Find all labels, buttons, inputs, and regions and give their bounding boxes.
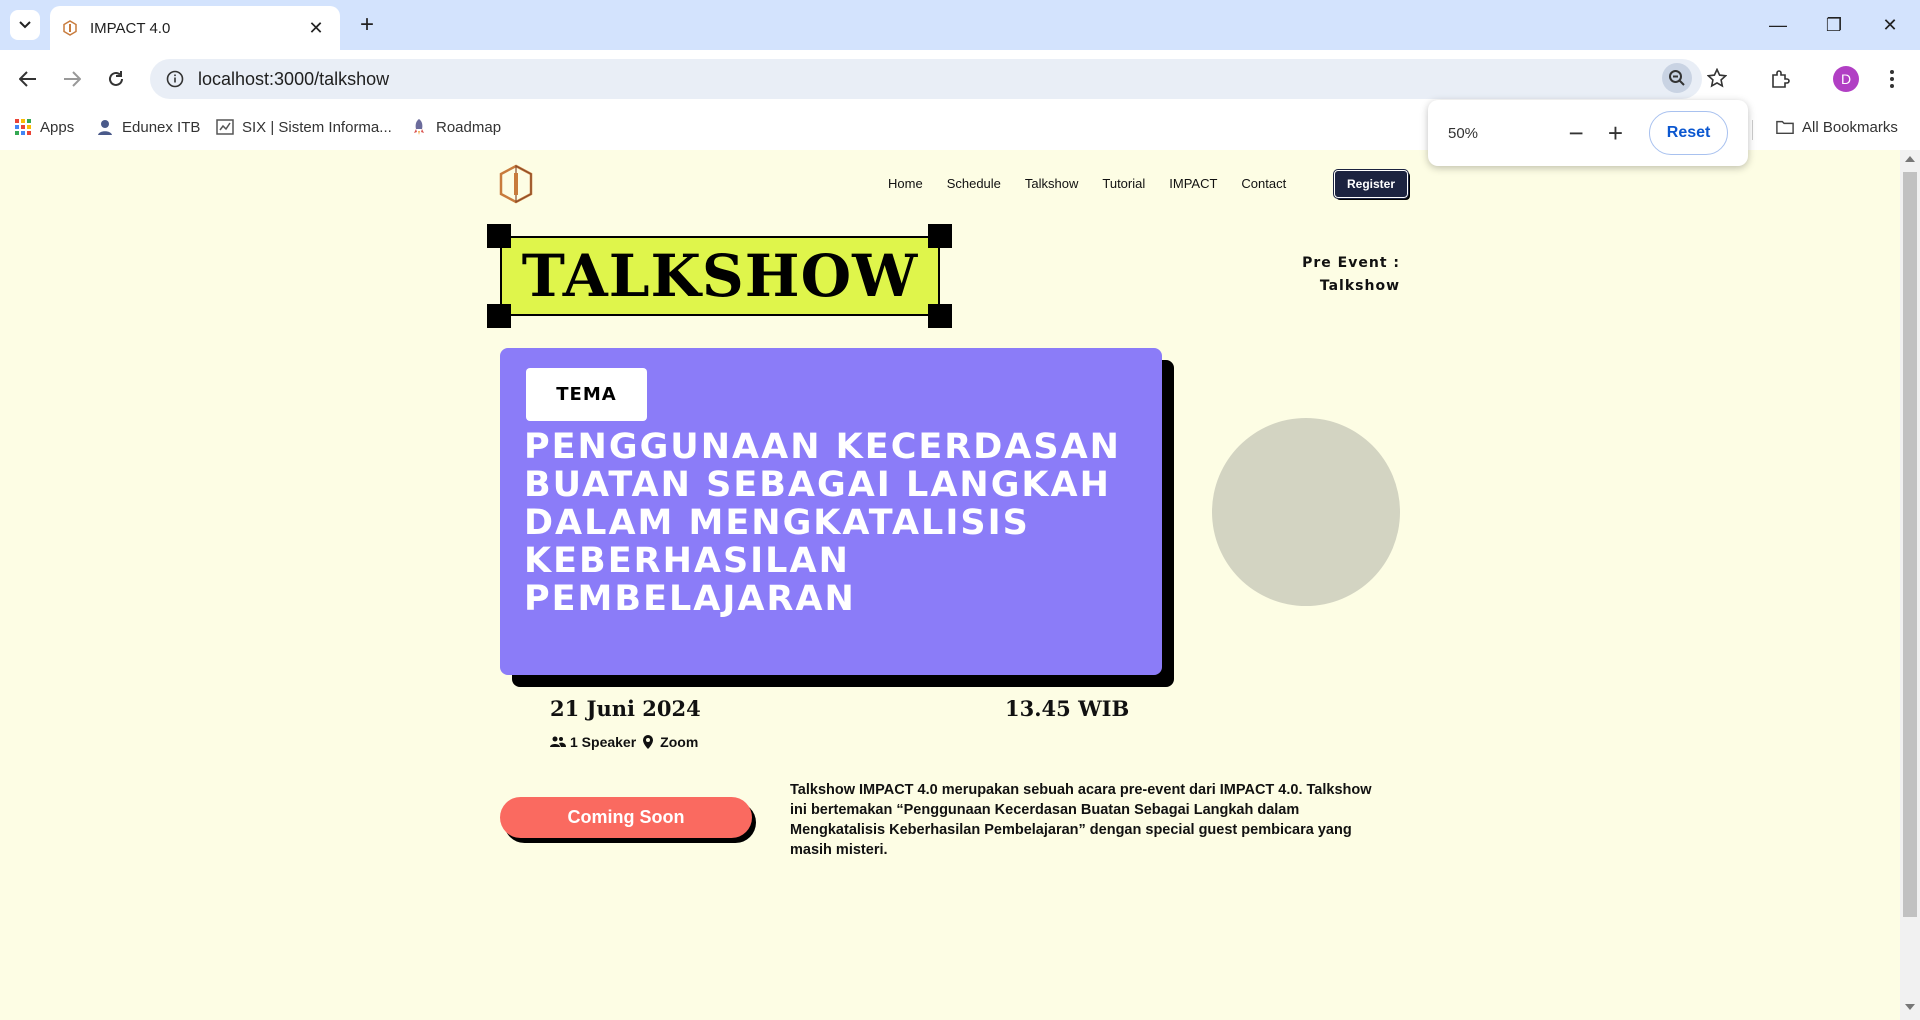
zoom-level: 50% xyxy=(1448,124,1479,142)
nav-schedule[interactable]: Schedule xyxy=(947,176,1001,191)
extensions-puzzle-icon[interactable] xyxy=(1764,63,1796,95)
nav-tutorial[interactable]: Tutorial xyxy=(1102,176,1145,191)
more-menu-icon[interactable] xyxy=(1876,63,1908,95)
resize-handle-top-right[interactable] xyxy=(928,224,952,248)
restore-icon[interactable]: ❐ xyxy=(1814,10,1854,40)
pre-event-line1: Pre Event : xyxy=(1302,255,1400,271)
zoom-reset-button[interactable]: Reset xyxy=(1649,111,1728,155)
scroll-down-arrow-icon[interactable] xyxy=(1905,1004,1915,1010)
forward-icon[interactable] xyxy=(56,63,88,95)
event-time: 13.45 WIB xyxy=(1005,696,1130,721)
nav-impact[interactable]: IMPACT xyxy=(1169,176,1217,191)
bookmark-label: Edunex ITB xyxy=(122,118,201,136)
tab-title: IMPACT 4.0 xyxy=(90,19,171,37)
folder-icon xyxy=(1776,118,1794,136)
bookmark-label: Apps xyxy=(40,118,75,136)
bookmark-apps[interactable]: Apps xyxy=(14,118,74,136)
tab-search-button[interactable] xyxy=(10,10,40,40)
event-meta: 1 Speaker Zoom xyxy=(550,734,698,750)
page-content: Home Schedule Talkshow Tutorial IMPACT C… xyxy=(0,150,1900,1020)
nav-talkshow[interactable]: Talkshow xyxy=(1025,176,1078,191)
six-favicon-icon xyxy=(216,118,234,136)
bookmarks-divider xyxy=(1752,120,1753,140)
apps-grid-icon xyxy=(14,118,32,136)
chevron-down-icon xyxy=(19,21,31,29)
bookmark-star-icon[interactable] xyxy=(1702,63,1732,93)
back-icon[interactable] xyxy=(12,63,44,95)
pre-event-line2: Talkshow xyxy=(1319,278,1400,294)
tema-badge: TEMA xyxy=(526,368,647,421)
bookmark-label: Roadmap xyxy=(436,118,502,136)
users-icon xyxy=(550,735,566,749)
site-info-icon[interactable] xyxy=(166,70,184,88)
resize-handle-bottom-left[interactable] xyxy=(487,304,511,328)
reload-icon[interactable] xyxy=(100,63,132,95)
new-tab-icon[interactable]: + xyxy=(352,10,382,40)
speaker-photo-placeholder xyxy=(1212,418,1400,606)
rocket-icon xyxy=(410,118,428,136)
zoom-popup: 50% − + Reset xyxy=(1428,100,1748,166)
scroll-up-arrow-icon[interactable] xyxy=(1905,156,1915,162)
browser-tab-active[interactable]: IMPACT 4.0 ✕ xyxy=(50,6,340,50)
profile-avatar[interactable]: D xyxy=(1830,63,1862,95)
url-text: localhost:3000/talkshow xyxy=(198,68,390,89)
location-pin-icon xyxy=(640,735,656,749)
tab-close-icon[interactable]: ✕ xyxy=(304,18,328,39)
impact-favicon-icon xyxy=(63,20,77,36)
page-title: TALKSHOW xyxy=(521,242,919,310)
page-title-box: TALKSHOW xyxy=(500,236,940,316)
bookmark-roadmap[interactable]: Roadmap xyxy=(410,118,501,136)
zoom-in-icon[interactable]: + xyxy=(1596,113,1635,153)
all-bookmarks[interactable]: All Bookmarks xyxy=(1776,118,1898,136)
scroll-thumb[interactable] xyxy=(1903,172,1917,917)
nav-contact[interactable]: Contact xyxy=(1241,176,1286,191)
resize-handle-top-left[interactable] xyxy=(487,224,511,248)
address-bar[interactable]: localhost:3000/talkshow xyxy=(150,59,1702,99)
edunex-favicon-icon xyxy=(96,118,114,136)
window-close-icon[interactable]: ✕ xyxy=(1870,10,1910,40)
event-location: Zoom xyxy=(660,734,699,750)
bookmark-six[interactable]: SIX | Sistem Informa... xyxy=(216,118,392,136)
all-bookmarks-label: All Bookmarks xyxy=(1802,118,1898,136)
theme-card: TEMA Penggunaan Kecerdasan Buatan Sebaga… xyxy=(500,348,1162,675)
site-navigation: Home Schedule Talkshow Tutorial IMPACT C… xyxy=(888,176,1286,191)
nav-home[interactable]: Home xyxy=(888,176,923,191)
pre-event-label: Pre Event : Talkshow xyxy=(1230,252,1400,298)
theme-title: Penggunaan Kecerdasan Buatan Sebagai Lan… xyxy=(524,427,1121,619)
minimize-icon[interactable]: — xyxy=(1758,10,1798,40)
event-date: 21 Juni 2024 xyxy=(550,696,701,721)
event-description: Talkshow IMPACT 4.0 merupakan sebuah aca… xyxy=(790,782,1372,858)
resize-handle-bottom-right[interactable] xyxy=(928,304,952,328)
coming-soon-button[interactable]: Coming Soon xyxy=(500,797,752,838)
profile-initial: D xyxy=(1833,66,1859,92)
bookmark-edunex[interactable]: Edunex ITB xyxy=(96,118,200,136)
bookmark-label: SIX | Sistem Informa... xyxy=(242,118,392,136)
register-button[interactable]: Register xyxy=(1333,169,1409,199)
speaker-count: 1 Speaker xyxy=(570,734,637,750)
zoom-out-icon[interactable]: − xyxy=(1556,113,1595,153)
page-scrollbar[interactable] xyxy=(1900,150,1920,1020)
impact-logo-icon[interactable] xyxy=(498,164,534,204)
zoom-out-magnifier-icon[interactable] xyxy=(1662,63,1692,93)
browser-tab-bar: IMPACT 4.0 ✕ + — ❐ ✕ xyxy=(0,0,1920,50)
